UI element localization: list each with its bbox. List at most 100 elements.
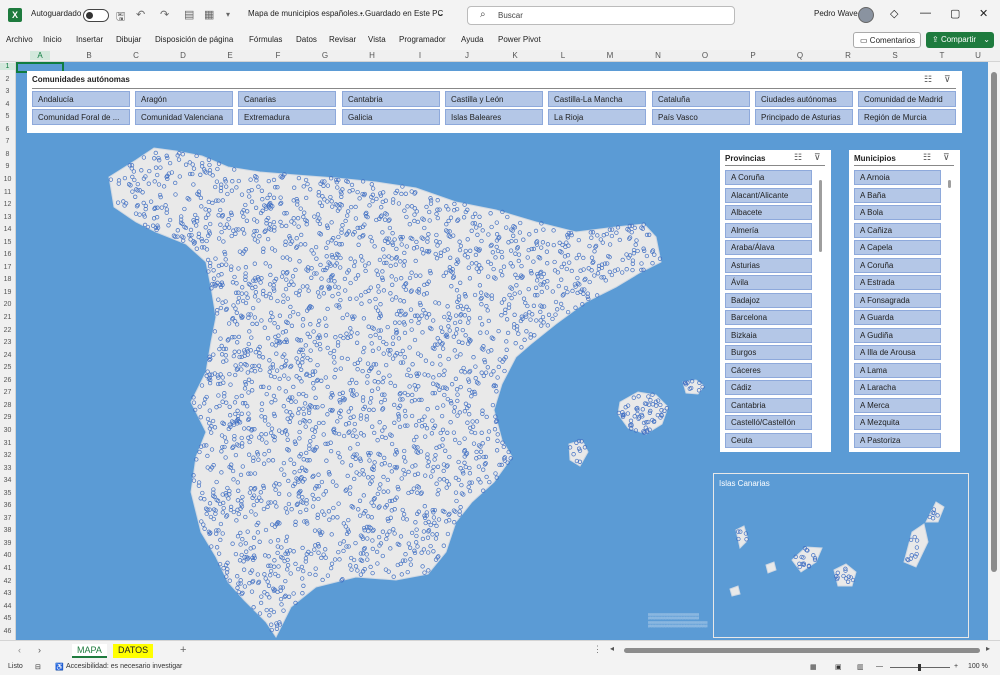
menu-revisar[interactable]: Revisar <box>329 35 356 44</box>
row-header[interactable]: 20 <box>0 301 15 308</box>
save-icon[interactable]: 🖫 <box>116 8 125 27</box>
slicer-item[interactable]: Principado de Asturias <box>755 109 853 125</box>
column-header[interactable]: D <box>173 51 193 60</box>
slicer-item[interactable]: Extremadura <box>238 109 336 125</box>
row-header[interactable]: 19 <box>0 289 15 296</box>
menu-vista[interactable]: Vista <box>368 35 386 44</box>
column-header[interactable]: G <box>315 51 335 60</box>
row-header[interactable]: 1 <box>0 63 15 70</box>
slicer-item[interactable]: Cantabria <box>342 91 440 107</box>
row-header[interactable]: 22 <box>0 327 15 334</box>
menu-disposicion[interactable]: Disposición de página <box>155 35 233 44</box>
row-header[interactable]: 35 <box>0 490 15 497</box>
row-header[interactable]: 18 <box>0 276 15 283</box>
column-header[interactable]: A <box>30 51 50 60</box>
slicer-item[interactable]: A Guarda <box>854 310 941 325</box>
menu-formulas[interactable]: Fórmulas <box>249 35 282 44</box>
quick-access-icon[interactable]: ▦ <box>204 8 214 21</box>
slicer-item[interactable]: A Coruña <box>854 257 941 273</box>
row-header[interactable]: 13 <box>0 214 15 221</box>
menu-archivo[interactable]: Archivo <box>6 35 33 44</box>
menu-dibujar[interactable]: Dibujar <box>116 35 141 44</box>
row-header[interactable]: 42 <box>0 578 15 585</box>
slicer-item[interactable]: Castilla-La Mancha <box>548 91 646 107</box>
zoom-level[interactable]: 100 % <box>968 663 988 670</box>
slicer-item[interactable]: A Bola <box>854 205 941 220</box>
comments-button[interactable]: ▭ Comentarios <box>853 32 921 48</box>
close-icon[interactable]: ✕ <box>979 7 988 20</box>
row-header[interactable]: 8 <box>0 151 15 158</box>
customize-qat-icon[interactable]: ▾ <box>226 10 230 19</box>
slicer-item[interactable]: La Rioja <box>548 109 646 125</box>
maximize-icon[interactable]: ▢ <box>950 7 960 20</box>
row-header[interactable]: 17 <box>0 264 15 271</box>
slicer-item[interactable]: A Illa de Arousa <box>854 345 941 360</box>
column-header[interactable]: M <box>600 51 620 60</box>
slicer-item[interactable]: A Pastoriza <box>854 432 941 448</box>
column-header[interactable]: U <box>968 51 988 60</box>
row-header[interactable]: 4 <box>0 101 15 108</box>
row-header[interactable]: 39 <box>0 540 15 547</box>
clear-filter-icon[interactable]: ⊽ <box>814 152 821 163</box>
slicer-item[interactable]: Araba/Álava <box>725 240 812 255</box>
row-header[interactable]: 21 <box>0 314 15 321</box>
row-header[interactable]: 10 <box>0 176 15 183</box>
user-name[interactable]: Pedro Wave <box>814 9 858 18</box>
column-header[interactable]: O <box>695 51 715 60</box>
row-header[interactable]: 26 <box>0 377 15 384</box>
menu-programador[interactable]: Programador <box>399 35 446 44</box>
slicer-item[interactable]: Almería <box>725 222 812 238</box>
row-header[interactable]: 24 <box>0 352 15 359</box>
page-layout-icon[interactable]: ▣ <box>835 663 842 671</box>
prev-sheet-icon[interactable]: ‹ <box>18 645 21 655</box>
clear-filter-icon[interactable]: ⊽ <box>943 152 950 163</box>
column-header[interactable]: L <box>553 51 573 60</box>
next-sheet-icon[interactable]: › <box>38 645 41 655</box>
column-header[interactable]: I <box>410 51 430 60</box>
row-header[interactable]: 45 <box>0 615 15 622</box>
row-header[interactable]: 38 <box>0 527 15 534</box>
slicer-item[interactable]: Burgos <box>725 345 812 360</box>
row-header[interactable]: 12 <box>0 201 15 208</box>
row-header[interactable]: 3 <box>0 88 15 95</box>
multi-select-icon[interactable]: ☷ <box>794 152 802 163</box>
row-header[interactable]: 30 <box>0 427 15 434</box>
slicer-item[interactable]: A Coruña <box>725 170 812 185</box>
slicer-item[interactable]: A Gudiña <box>854 327 941 343</box>
row-header[interactable]: 37 <box>0 515 15 522</box>
column-header[interactable]: F <box>268 51 288 60</box>
slicer-item[interactable]: Andalucía <box>32 91 130 107</box>
avatar[interactable] <box>858 7 874 23</box>
slicer-item[interactable]: A Lama <box>854 362 941 378</box>
slicer-item[interactable]: Castilla y León <box>445 91 543 107</box>
normal-view-icon[interactable]: ▦ <box>810 663 817 671</box>
slicer-item[interactable]: Badajoz <box>725 292 812 308</box>
slicer-item[interactable]: Galicia <box>342 109 440 125</box>
zoom-slider-thumb[interactable] <box>918 664 921 671</box>
search-box[interactable]: ⌕ Buscar <box>467 6 735 25</box>
menu-inicio[interactable]: Inicio <box>43 35 62 44</box>
column-header[interactable]: E <box>220 51 240 60</box>
menu-datos[interactable]: Datos <box>296 35 317 44</box>
slicer-item[interactable]: A Arnoia <box>854 170 941 185</box>
column-header[interactable]: J <box>457 51 477 60</box>
row-header[interactable]: 2 <box>0 76 15 83</box>
slicer-item[interactable]: A Baña <box>854 187 941 203</box>
undo-icon[interactable]: ↶ <box>136 8 145 21</box>
column-header[interactable]: P <box>743 51 763 60</box>
slicer-item[interactable]: Cataluña <box>652 91 750 107</box>
slicer-scrollbar[interactable] <box>948 180 951 188</box>
row-header[interactable]: 15 <box>0 239 15 246</box>
share-button[interactable]: ⇪ Compartir ⌄ <box>926 32 994 48</box>
column-header[interactable]: Q <box>790 51 810 60</box>
column-header[interactable]: K <box>505 51 525 60</box>
slicer-item[interactable]: A Estrada <box>854 275 941 290</box>
menu-insertar[interactable]: Insertar <box>76 35 103 44</box>
row-header[interactable]: 27 <box>0 389 15 396</box>
row-header[interactable]: 41 <box>0 565 15 572</box>
document-title[interactable]: Mapa de municipios españoles... <box>248 9 365 18</box>
row-header[interactable]: 23 <box>0 339 15 346</box>
column-header[interactable]: R <box>838 51 858 60</box>
row-header[interactable]: 32 <box>0 452 15 459</box>
slicer-item[interactable]: Ávila <box>725 275 812 290</box>
